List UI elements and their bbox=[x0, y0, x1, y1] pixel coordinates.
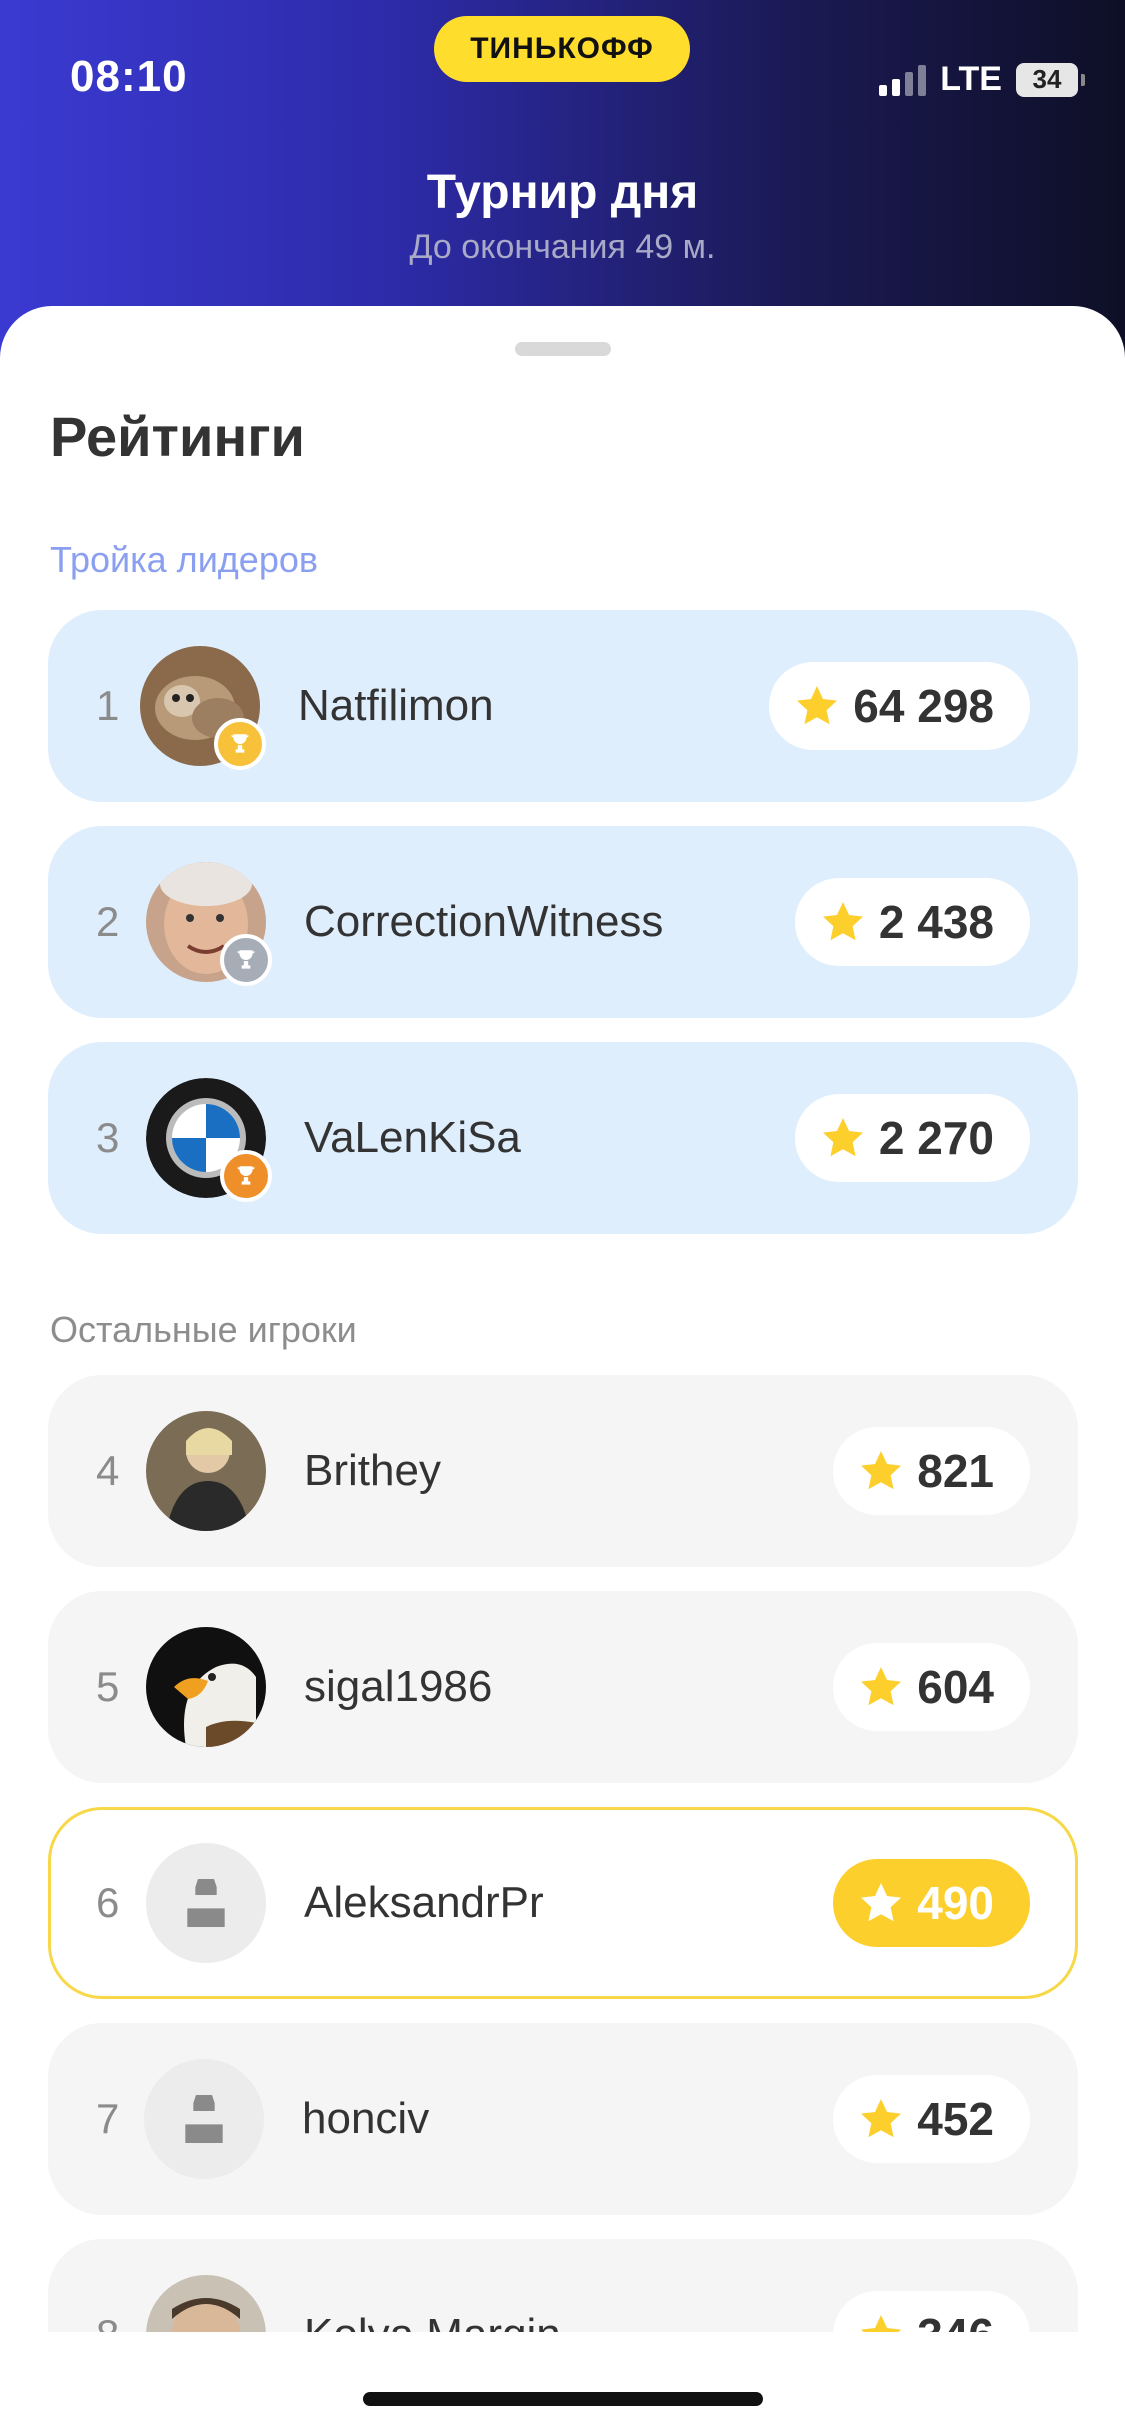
rank-number: 5 bbox=[96, 1663, 120, 1710]
others-section-label: Остальные игроки bbox=[50, 1309, 357, 1350]
avatar bbox=[146, 1411, 266, 1531]
player-name: sigal1986 bbox=[304, 1662, 493, 1711]
rank-number: 7 bbox=[96, 2095, 120, 2142]
star-icon bbox=[861, 2099, 902, 2138]
star-icon bbox=[861, 1667, 902, 1706]
bronze-trophy-icon bbox=[220, 1150, 272, 1202]
rank-number: 1 bbox=[96, 682, 120, 729]
status-time: 08:10 bbox=[70, 52, 188, 101]
player-row[interactable]: 4 Brithey 821 bbox=[48, 1375, 1078, 1567]
status-indicators: LTE 34 bbox=[879, 60, 1085, 99]
score-badge: 452 bbox=[833, 2075, 1030, 2163]
battery-icon: 34 bbox=[1016, 62, 1085, 97]
leaders-section-label: Тройка лидеров bbox=[50, 539, 318, 580]
rank-number: 3 bbox=[96, 1114, 120, 1161]
silver-trophy-icon bbox=[220, 934, 272, 986]
player-row[interactable]: 5 sigal1986 604 bbox=[48, 1591, 1078, 1783]
leader-row[interactable]: 3 VaLenKiSa 2 270 bbox=[48, 1042, 1078, 1234]
star-icon bbox=[797, 686, 838, 725]
rank-number: 4 bbox=[96, 1447, 120, 1494]
avatar bbox=[146, 1627, 266, 1747]
player-name: CorrectionWitness bbox=[304, 897, 664, 946]
home-indicator[interactable] bbox=[363, 2392, 763, 2406]
score-value: 821 bbox=[917, 1445, 994, 1497]
battery-level: 34 bbox=[1016, 62, 1078, 97]
score-value: 2 438 bbox=[878, 896, 994, 948]
signal-icon bbox=[879, 64, 927, 96]
score-badge: 604 bbox=[833, 1643, 1030, 1731]
score-badge: 821 bbox=[833, 1427, 1030, 1515]
leader-row[interactable]: 2 CorrectionWitness 2 438 bbox=[48, 826, 1078, 1018]
score-badge: 64 298 bbox=[769, 662, 1030, 750]
user-icon bbox=[187, 1879, 225, 1927]
player-row[interactable]: 7 honciv 452 bbox=[48, 2023, 1078, 2215]
score-value: 490 bbox=[917, 1877, 994, 1929]
score-value: 452 bbox=[917, 2093, 994, 2145]
tournament-title: Турнир дня bbox=[426, 166, 699, 219]
avatar-placeholder bbox=[146, 1843, 266, 1963]
rank-number: 2 bbox=[96, 898, 120, 945]
score-value: 64 298 bbox=[853, 680, 994, 732]
gold-trophy-icon bbox=[214, 718, 266, 770]
score-badge: 490 bbox=[833, 1859, 1030, 1947]
star-icon bbox=[822, 902, 863, 941]
user-icon bbox=[185, 2095, 223, 2143]
score-badge: 2 270 bbox=[794, 1094, 1030, 1182]
star-icon bbox=[861, 1451, 902, 1490]
leader-row[interactable]: 1 Natfilimon 64 298 bbox=[48, 610, 1078, 802]
avatar-placeholder bbox=[144, 2059, 264, 2179]
tournament-countdown: До окончания 49 м. bbox=[409, 228, 716, 266]
page-title: Рейтинги bbox=[50, 405, 305, 468]
current-user-row[interactable]: 6 AleksandrPr 490 bbox=[48, 1807, 1078, 1999]
score-badge: 2 438 bbox=[794, 878, 1030, 966]
network-type: LTE bbox=[940, 60, 1002, 98]
star-icon bbox=[822, 1118, 863, 1157]
bottom-safe-area bbox=[0, 2332, 1125, 2436]
player-name: VaLenKiSa bbox=[304, 1113, 521, 1162]
player-name: Brithey bbox=[304, 1446, 441, 1495]
rank-number: 6 bbox=[96, 1879, 120, 1926]
score-value: 2 270 bbox=[878, 1112, 994, 1164]
score-value: 604 bbox=[917, 1661, 994, 1713]
player-name: honciv bbox=[302, 2094, 430, 2143]
star-icon bbox=[861, 1883, 902, 1922]
player-name: Natfilimon bbox=[298, 681, 494, 730]
player-name: AleksandrPr bbox=[304, 1878, 544, 1927]
ratings-sheet: Рейтинги Тройка лидеров 1 Natfilimon 64 … bbox=[0, 306, 1125, 2436]
bank-logo: ТИНЬКОФФ bbox=[434, 16, 690, 82]
sheet-grabber[interactable] bbox=[515, 342, 611, 356]
